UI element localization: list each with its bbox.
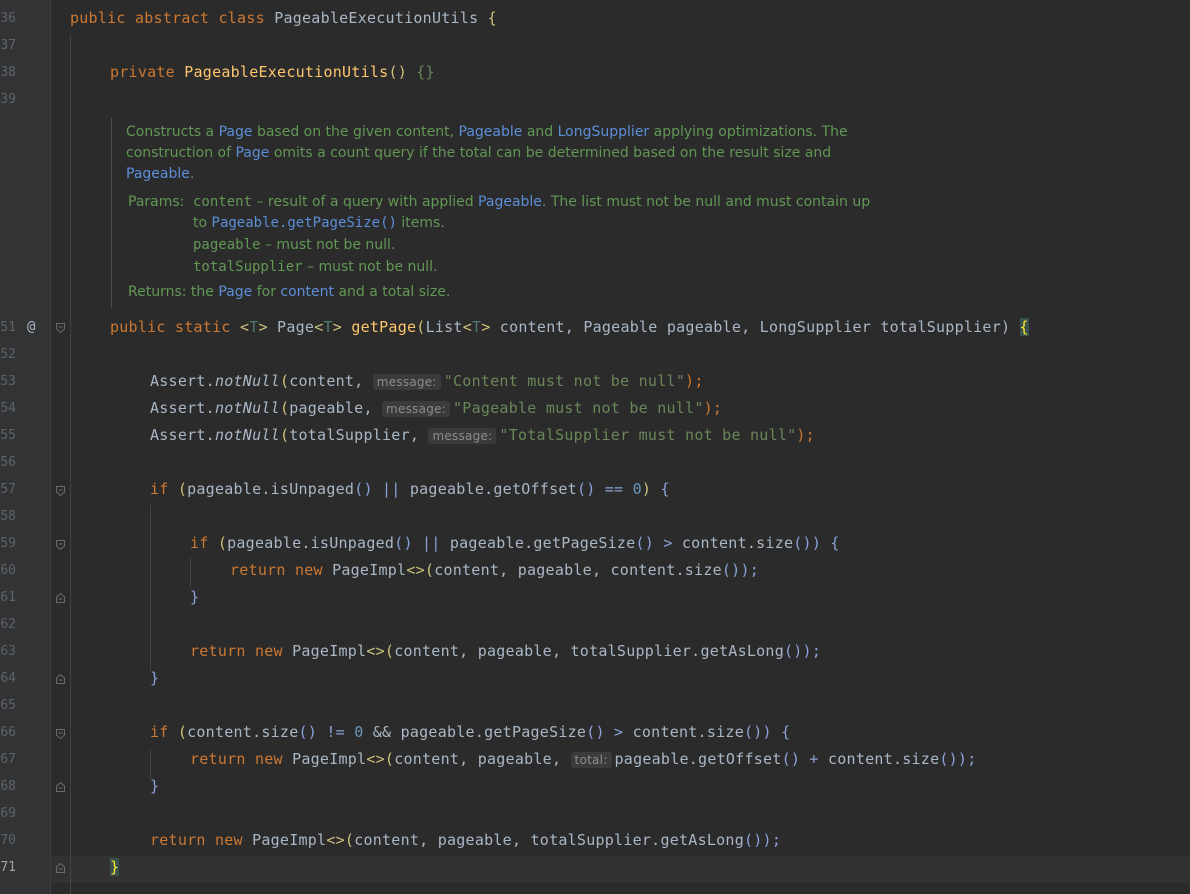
matched-brace: } bbox=[110, 858, 120, 876]
javadoc-line: construction of Page omits a count query… bbox=[126, 145, 832, 161]
line-number: 39 bbox=[0, 92, 16, 107]
line-number: 67 bbox=[0, 752, 16, 767]
code-line-assert: Assert.notNull(pageable, message: "Pageab… bbox=[150, 399, 723, 417]
fold-start-icon[interactable] bbox=[56, 486, 65, 496]
line-number: 62 bbox=[0, 617, 16, 632]
line-number: 58 bbox=[0, 509, 16, 524]
indent-guide bbox=[150, 750, 151, 780]
line-number: 53 bbox=[0, 374, 16, 389]
code-line-assert: Assert.notNull(totalSupplier, message: "T… bbox=[150, 426, 815, 444]
code-line-return: return new PageImpl<>(content, pageable,… bbox=[190, 642, 822, 660]
line-number: 61 bbox=[0, 590, 16, 605]
code-line-brace: } bbox=[150, 777, 160, 795]
code-line-brace: } bbox=[150, 669, 160, 687]
indent-guide bbox=[70, 35, 71, 894]
line-number: 69 bbox=[0, 806, 16, 821]
override-marker-icon[interactable]: @ bbox=[27, 319, 35, 335]
line-number: 59 bbox=[0, 536, 16, 551]
javadoc-param: pageable – must not be null. bbox=[193, 237, 396, 253]
javadoc-line: Pageable. bbox=[126, 166, 195, 182]
javadoc-line: Constructs a Page based on the given con… bbox=[126, 124, 848, 140]
line-number: 70 bbox=[0, 833, 16, 848]
line-number: 37 bbox=[0, 38, 16, 53]
code-line-if: if (pageable.isUnpaged() || pageable.get… bbox=[190, 534, 840, 552]
code-line-return: return new PageImpl<>(content, pageable,… bbox=[230, 561, 760, 579]
code-line-return: return new PageImpl<>(content, pageable,… bbox=[190, 750, 977, 768]
javadoc-param: totalSupplier – must not be null. bbox=[193, 259, 438, 275]
line-number: 38 bbox=[0, 65, 16, 80]
line-number: 57 bbox=[0, 482, 16, 497]
parameter-hint: message: bbox=[372, 374, 441, 390]
line-number: 52 bbox=[0, 347, 16, 362]
fold-start-icon[interactable] bbox=[56, 323, 65, 333]
line-number-current: 71 bbox=[0, 860, 16, 875]
code-line-brace: } bbox=[110, 858, 120, 876]
code-line-if: if (content.size() != 0 && pageable.getP… bbox=[150, 723, 791, 741]
line-number: 63 bbox=[0, 644, 16, 659]
code-line-brace: } bbox=[190, 588, 200, 606]
indent-guide bbox=[150, 505, 151, 670]
indent-guide bbox=[190, 558, 191, 588]
fold-end-icon[interactable] bbox=[56, 674, 65, 684]
fold-start-icon[interactable] bbox=[56, 729, 65, 739]
code-line-return: return new PageImpl<>(content, pageable,… bbox=[150, 831, 782, 849]
javadoc-param: to Pageable.getPageSize() items. bbox=[193, 215, 445, 231]
line-number: 56 bbox=[0, 455, 16, 470]
javadoc-param: content – result of a query with applied… bbox=[193, 194, 871, 210]
line-number: 66 bbox=[0, 725, 16, 740]
line-number: 54 bbox=[0, 401, 16, 416]
line-number: 60 bbox=[0, 563, 16, 578]
javadoc-returns: Returns: the Page for content and a tota… bbox=[128, 284, 451, 300]
code-line-assert: Assert.notNull(content, message: "Content… bbox=[150, 372, 704, 390]
code-line-if: if (pageable.isUnpaged() || pageable.get… bbox=[150, 480, 670, 498]
parameter-hint: total: bbox=[570, 752, 612, 768]
line-number: 55 bbox=[0, 428, 16, 443]
line-number: 68 bbox=[0, 779, 16, 794]
matched-brace: { bbox=[1019, 318, 1029, 336]
code-line-class-decl: public abstract class PageableExecutionU… bbox=[70, 9, 497, 27]
fold-end-icon[interactable] bbox=[56, 593, 65, 603]
fold-end-icon[interactable] bbox=[56, 863, 65, 873]
javadoc-params-label: Params: bbox=[128, 194, 185, 210]
fold-start-icon[interactable] bbox=[56, 540, 65, 550]
line-number: 64 bbox=[0, 671, 16, 686]
line-number: 65 bbox=[0, 698, 16, 713]
line-number: 51 bbox=[0, 320, 16, 335]
code-editor[interactable]: 36 37 38 39 51 52 53 54 55 56 57 58 59 6… bbox=[0, 0, 1190, 894]
fold-end-icon[interactable] bbox=[56, 782, 65, 792]
code-line-method-decl: public static <T> Page<T> getPage(List<T… bbox=[110, 318, 1029, 336]
code-line-constructor: private PageableExecutionUtils() {} bbox=[110, 63, 435, 81]
line-number: 36 bbox=[0, 11, 16, 26]
parameter-hint: message: bbox=[382, 401, 451, 417]
parameter-hint: message: bbox=[428, 428, 497, 444]
